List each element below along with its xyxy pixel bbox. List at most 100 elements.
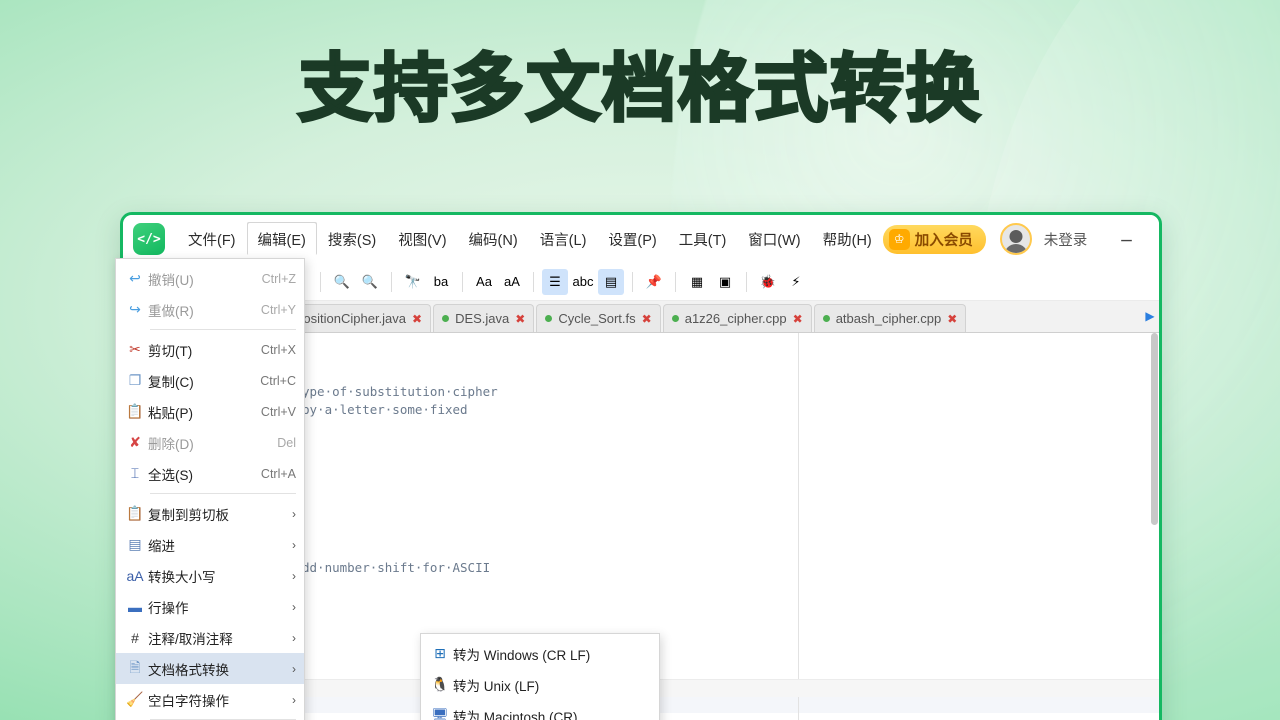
- zoom-out-icon[interactable]: 🔍: [357, 269, 383, 295]
- join-membership-label: 加入会员: [914, 232, 973, 249]
- page-headline: 支持多文档格式转换: [297, 46, 982, 132]
- editor-tab[interactable]: atbash_cipher.cpp ✖: [813, 304, 967, 332]
- edit-menu-item-shortcut: Ctrl+X: [260, 342, 296, 357]
- code-line: ·····*·Examp: [155, 587, 1159, 605]
- edit-menu-item[interactable]: ⌶ 全选(S) Ctrl+A: [116, 458, 304, 489]
- chevron-right-icon: ›: [292, 692, 296, 707]
- minimize-button[interactable]: [1109, 222, 1143, 256]
- code-line: ·*·@author·: [155, 479, 1159, 497]
- edit-menu-item-shortcut: Ctrl+C: [260, 373, 296, 388]
- edit-menu-item-shortcut: Ctrl+Z: [261, 271, 296, 286]
- tab-close-icon[interactable]: ✖: [793, 312, 803, 326]
- edit-menu-item-label: 粘贴(P): [148, 405, 193, 421]
- edit-menu-item-label: 重做(R): [148, 303, 194, 319]
- maximize-button[interactable]: [1149, 222, 1159, 256]
- mac-icon: 🖥: [431, 707, 449, 720]
- lowercase-icon[interactable]: Aa: [471, 269, 497, 295]
- menu-window[interactable]: 窗口(W): [738, 223, 810, 256]
- editor-tab[interactable]: DES.java ✖: [433, 304, 535, 332]
- edit-menu-item-shortcut: Del: [277, 435, 296, 450]
- menu-edit[interactable]: 编辑(E): [247, 222, 316, 256]
- menu-encoding[interactable]: 编码(N): [459, 223, 528, 256]
- edit-menu-item[interactable]: ▤ 缩进 ›: [116, 529, 304, 560]
- edit-menu-item[interactable]: ✂ 剪切(T) Ctrl+X: [116, 334, 304, 365]
- editor-tab[interactable]: Cycle_Sort.fs ✖: [536, 304, 661, 332]
- blank-operations-icon: 🧹: [126, 691, 144, 707]
- tab-label: Cycle_Sort.fs: [558, 311, 636, 326]
- tab-close-icon[interactable]: ✖: [412, 312, 422, 326]
- eol-submenu-item-label: 转为 Macintosh (CR): [453, 709, 578, 720]
- panel-icon[interactable]: ▦: [684, 269, 710, 295]
- edit-menu-item[interactable]: 🧹 空白字符操作 ›: [116, 684, 304, 715]
- uppercase-icon[interactable]: aA: [499, 269, 525, 295]
- edit-menu-item[interactable]: ▬ 行操作 ›: [116, 591, 304, 622]
- edit-menu-item[interactable]: aA 转换大小写 ›: [116, 560, 304, 591]
- tab-modified-dot: [671, 315, 679, 322]
- edit-menu-item[interactable]: # 注释/取消注释 ›: [116, 622, 304, 653]
- pin-icon[interactable]: 📌: [641, 269, 667, 295]
- code-line: ·*·@author·: [155, 461, 1159, 479]
- word-wrap-icon[interactable]: abc: [570, 269, 596, 295]
- tab-close-icon[interactable]: ✖: [642, 312, 652, 326]
- title-bar: </> 文件(F) 编辑(E) 搜索(S) 视图(V) 编码(N) 语言(L) 设置(P) 工…: [123, 215, 1159, 263]
- edit-menu-item-shortcut: Ctrl+A: [260, 466, 296, 481]
- eol-submenu-item-label: 转为 Windows (CR LF): [453, 647, 591, 663]
- edit-menu-item[interactable]: 🗎 文档格式转换 ›: [116, 653, 304, 684]
- edit-dropdown-menu: ↩ 撤销(U) Ctrl+Z ↪ 重做(R) Ctrl+Y ✂ 剪切(T) Ctrl+X ❐ 复制(…: [115, 258, 305, 720]
- edit-menu-item[interactable]: ↩ 撤销(U) Ctrl+Z: [116, 263, 304, 294]
- change-case-icon: aA: [126, 567, 144, 584]
- terminal-icon[interactable]: ▣: [712, 269, 738, 295]
- menu-help[interactable]: 帮助(H): [813, 223, 882, 256]
- chevron-right-icon: ›: [292, 506, 296, 521]
- chevron-right-icon: ›: [292, 661, 296, 676]
- code-line: public·class: [155, 515, 1159, 533]
- code-line: ·*: [155, 443, 1159, 461]
- edit-menu-item[interactable]: 📋 粘贴(P) Ctrl+V: [116, 396, 304, 427]
- replace-icon[interactable]: ba: [428, 269, 454, 295]
- menu-view[interactable]: 视图(V): [388, 223, 456, 256]
- chevron-right-icon: ›: [292, 599, 296, 614]
- eol-submenu-item[interactable]: 🐧 转为 Unix (LF): [421, 669, 659, 700]
- tab-scroll-right-icon[interactable]: ▶: [1143, 301, 1157, 332]
- select-all-icon: ⌶: [130, 465, 140, 481]
- menu-settings[interactable]: 设置(P): [598, 223, 666, 256]
- line-numbers-icon[interactable]: ☰: [542, 268, 568, 295]
- line-operations-icon: ▬: [128, 598, 142, 615]
- zoom-in-icon[interactable]: 🔍: [329, 269, 355, 295]
- toolbar-separator: [391, 271, 392, 292]
- document-format-submenu: ⊞ 转为 Windows (CR LF) 🐧 转为 Unix (LF) 🖥 转为 Maci…: [420, 633, 660, 720]
- edit-menu-item-label: 文档格式转换: [148, 662, 229, 678]
- menu-file[interactable]: 文件(F): [178, 223, 246, 256]
- toolbar-separator: [533, 271, 534, 292]
- menu-separator: [150, 329, 296, 330]
- avatar[interactable]: [999, 223, 1032, 255]
- menu-search[interactable]: 搜索(S): [318, 223, 386, 256]
- indent-guide-icon[interactable]: ▤: [598, 268, 624, 295]
- menu-language[interactable]: 语言(L): [530, 223, 597, 256]
- tab-close-icon[interactable]: ✖: [515, 312, 525, 326]
- crown-icon: ♔: [888, 228, 910, 250]
- edit-menu-item[interactable]: ❐ 复制(C) Ctrl+C: [116, 365, 304, 396]
- app-logo-icon: </>: [133, 223, 165, 255]
- run-icon[interactable]: ⚡: [783, 269, 809, 295]
- chevron-right-icon: ›: [292, 630, 296, 645]
- eol-submenu-item[interactable]: ⊞ 转为 Windows (CR LF): [421, 638, 659, 669]
- editor-tab[interactable]: a1z26_cipher.cpp ✖: [662, 304, 812, 332]
- indent-icon: ▤: [128, 536, 142, 552]
- toolbar-separator: [320, 271, 321, 292]
- toolbar-separator: [675, 271, 676, 292]
- edit-menu-item[interactable]: 📋 复制到剪切板 ›: [116, 498, 304, 529]
- join-membership-button[interactable]: ♔ 加入会员: [882, 224, 986, 254]
- menu-tools[interactable]: 工具(T): [669, 223, 737, 256]
- edit-menu-item-label: 删除(D): [148, 436, 194, 452]
- chevron-right-icon: ›: [292, 537, 296, 552]
- edit-menu-item[interactable]: ✘ 删除(D) Del: [116, 427, 304, 458]
- vertical-scrollbar[interactable]: [1151, 333, 1158, 525]
- eol-submenu-item[interactable]: 🖥 转为 Macintosh (CR): [421, 700, 659, 720]
- tab-close-icon[interactable]: ✖: [947, 312, 957, 326]
- find-icon[interactable]: 🔭: [400, 269, 426, 295]
- debug-icon[interactable]: 🐞: [755, 269, 781, 295]
- edit-menu-item[interactable]: ↪ 重做(R) Ctrl+Y: [116, 294, 304, 325]
